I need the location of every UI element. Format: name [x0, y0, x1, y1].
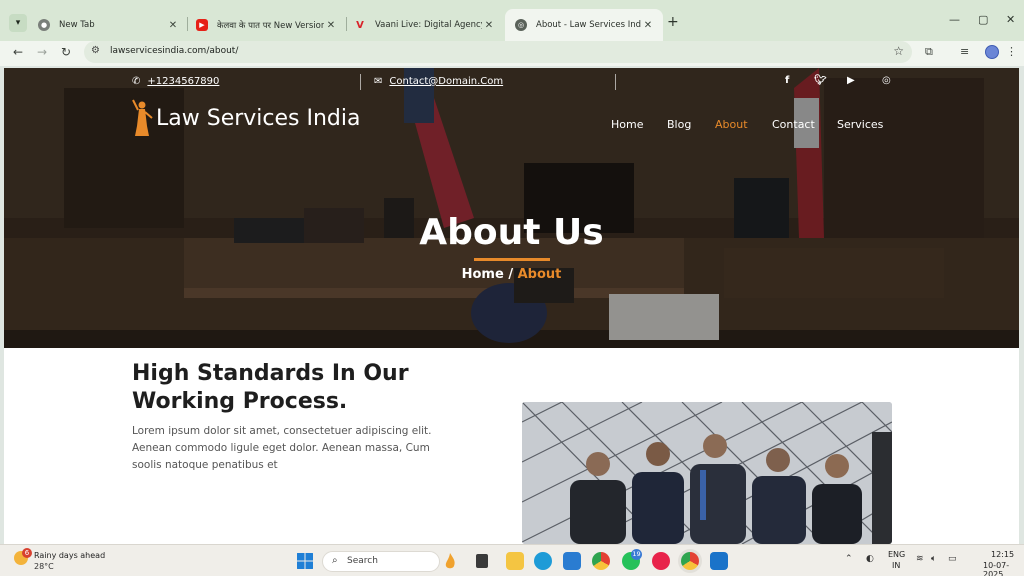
header-divider	[615, 74, 616, 90]
volume-icon[interactable]: 🔈︎	[931, 554, 936, 564]
email-link[interactable]: Contact@Domain.Com	[389, 76, 503, 87]
breadcrumb: Home / About	[4, 267, 1019, 282]
file-explorer-icon[interactable]	[506, 552, 524, 570]
language-region[interactable]: IN	[892, 561, 900, 570]
nav-contact[interactable]: Contact	[772, 118, 815, 131]
edge-icon[interactable]	[534, 552, 552, 570]
title-underline	[474, 258, 550, 261]
windows-start-icon[interactable]	[296, 552, 314, 570]
site-info-icon[interactable]: ⚙	[91, 45, 100, 56]
url-text[interactable]: lawservicesindia.com/about/	[110, 46, 238, 56]
extensions-icon[interactable]: ⧉	[925, 45, 933, 59]
address-bar[interactable]: ⚙ lawservicesindia.com/about/ ☆	[84, 41, 912, 63]
team-photo	[522, 402, 892, 544]
nav-services[interactable]: Services	[837, 118, 883, 131]
team-photo-image	[522, 402, 892, 544]
media-player-icon[interactable]	[652, 552, 670, 570]
header-divider	[360, 74, 361, 90]
nav-home[interactable]: Home	[611, 118, 643, 131]
tab-label: About - Law Services India	[536, 20, 641, 30]
web-page: ✆ +1234567890 ✉ Contact@Domain.Com f 🐦︎ …	[4, 68, 1019, 544]
tray-app-icon[interactable]: ◐	[866, 554, 874, 564]
globe-icon: ◎	[515, 19, 527, 31]
language-indicator[interactable]: ENG	[888, 550, 905, 559]
chrome-active-icon[interactable]	[681, 552, 699, 570]
widget-flame-icon[interactable]	[441, 552, 459, 570]
tab-new-tab[interactable]: ● New Tab ✕	[28, 9, 188, 41]
taskbar-search[interactable]: ⌕ Search	[322, 551, 440, 572]
weather-temp[interactable]: 28°C	[34, 562, 54, 571]
instagram-icon[interactable]: ◎	[882, 75, 891, 86]
tab-vaani[interactable]: V Vaani Live: Digital Agency, Web ✕	[344, 9, 504, 41]
search-placeholder: Search	[347, 556, 378, 566]
tab-label: Vaani Live: Digital Agency, Web	[375, 20, 482, 30]
close-icon[interactable]: ✕	[482, 20, 496, 31]
close-icon[interactable]: ✕	[641, 20, 655, 31]
tab-label: केलवा के पात पर New Version, Ke	[217, 20, 324, 31]
header-email[interactable]: ✉ Contact@Domain.Com	[374, 76, 503, 87]
browser-toolbar: ← → ↻ ⚙ lawservicesindia.com/about/ ☆ ⧉ …	[0, 41, 1024, 66]
phone-link[interactable]: +1234567890	[147, 76, 219, 87]
nav-blog[interactable]: Blog	[667, 118, 691, 131]
more-menu-icon[interactable]: ⋮	[1006, 45, 1017, 58]
hero-banner: ✆ +1234567890 ✉ Contact@Domain.Com f 🐦︎ …	[4, 68, 1019, 348]
twitter-icon[interactable]: 🐦︎	[814, 75, 827, 86]
whatsapp-badge: 19	[631, 549, 642, 560]
back-arrow-icon[interactable]: ←	[13, 45, 23, 59]
clock-time[interactable]: 12:15	[991, 550, 1014, 559]
bookmark-star-icon[interactable]: ☆	[893, 44, 904, 58]
search-icon: ⌕	[332, 555, 338, 566]
weather-text[interactable]: Rainy days ahead	[34, 551, 105, 560]
windows-taskbar: 6 Rainy days ahead 28°C ⌕ Search 19 ⌃ ◐ …	[0, 544, 1024, 576]
page-title: About Us	[419, 212, 604, 253]
site-logo[interactable]: Law Services India	[130, 98, 360, 138]
close-window-icon[interactable]: ✕	[1006, 13, 1015, 26]
clock-date[interactable]: 10-07-2025	[983, 561, 1024, 576]
outlook-icon[interactable]	[710, 552, 728, 570]
youtube-icon[interactable]: ▶	[847, 75, 855, 86]
about-heading: High Standards In Our Working Process.	[132, 361, 409, 414]
youtube-icon: ▶	[196, 19, 208, 31]
task-view-icon[interactable]	[476, 554, 488, 568]
tab-search-button[interactable]: ▾	[9, 14, 27, 32]
facebook-icon[interactable]: f	[785, 75, 789, 86]
minimize-icon[interactable]: —	[949, 13, 960, 26]
header-phone[interactable]: ✆ +1234567890	[132, 76, 219, 87]
tab-about[interactable]: ◎ About - Law Services India ✕	[505, 9, 663, 41]
screen: ▾ ● New Tab ✕ ▶ केलवा के पात पर New Vers…	[0, 0, 1024, 576]
vscode-icon[interactable]	[563, 552, 581, 570]
close-icon[interactable]: ✕	[324, 20, 338, 31]
justice-statue-icon	[132, 99, 153, 136]
media-controls-icon[interactable]: ≡	[960, 45, 969, 58]
browser-tab-strip: ▾ ● New Tab ✕ ▶ केलवा के पात पर New Vers…	[0, 0, 1024, 41]
weather-badge: 6	[22, 548, 32, 558]
breadcrumb-current: About	[517, 267, 562, 282]
chrome-app-icon[interactable]	[592, 552, 610, 570]
battery-icon[interactable]: ▭	[948, 554, 957, 564]
envelope-icon: ✉	[374, 76, 383, 87]
about-paragraph: Lorem ipsum dolor sit amet, consectetuer…	[132, 425, 432, 471]
close-icon[interactable]: ✕	[166, 20, 180, 31]
vaani-icon: V	[356, 19, 364, 31]
forward-arrow-icon[interactable]: →	[37, 45, 47, 59]
tab-youtube[interactable]: ▶ केलवा के पात पर New Version, Ke ✕	[186, 9, 346, 41]
phone-icon: ✆	[132, 76, 141, 87]
tab-label: New Tab	[59, 20, 95, 30]
brand-name: Law Services India	[156, 105, 361, 131]
new-tab-button[interactable]: +	[667, 14, 679, 30]
wifi-icon[interactable]: ≋	[916, 554, 924, 564]
profile-avatar[interactable]	[985, 45, 999, 59]
chrome-icon: ●	[38, 19, 50, 31]
breadcrumb-home[interactable]: Home	[462, 267, 504, 282]
breadcrumb-separator: /	[508, 267, 514, 282]
maximize-icon[interactable]: ▢	[978, 13, 988, 26]
reload-icon[interactable]: ↻	[61, 45, 71, 59]
tray-chevron-icon[interactable]: ⌃	[845, 554, 853, 564]
nav-about[interactable]: About	[715, 118, 748, 131]
